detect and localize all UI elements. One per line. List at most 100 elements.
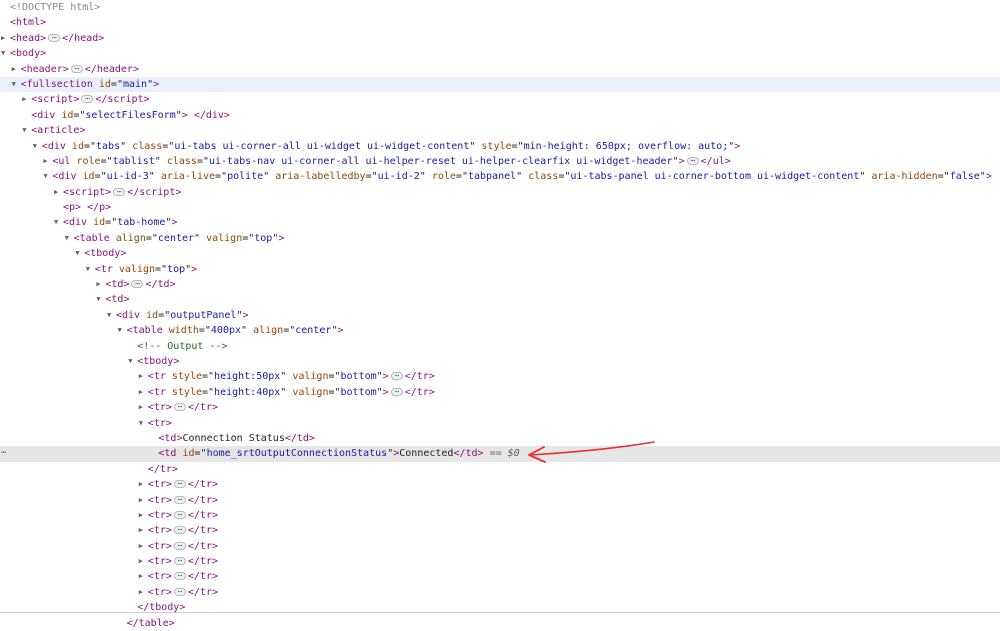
ellipsis-icon[interactable]: ⋯ bbox=[173, 541, 186, 550]
tag-name[interactable]: <div bbox=[63, 217, 87, 228]
tag-name[interactable]: <table bbox=[127, 325, 163, 336]
attr-value[interactable]: height:50px bbox=[214, 371, 280, 382]
tag-name[interactable]: <tr bbox=[148, 387, 166, 398]
dom-node-line[interactable]: ▶ <header> ⋯ </header> bbox=[0, 62, 1000, 77]
triangle-right-icon[interactable]: ▶ bbox=[1, 31, 10, 46]
attr-value[interactable]: ui-tabs-nav ui-corner-all ui-helper-rese… bbox=[209, 156, 673, 167]
attr-name[interactable]: valign bbox=[292, 387, 328, 398]
tag-name[interactable]: <tr bbox=[148, 541, 166, 552]
tag-name[interactable]: <td bbox=[105, 279, 123, 290]
attr-name[interactable]: id bbox=[72, 141, 84, 152]
tag-name[interactable]: <header bbox=[21, 64, 63, 75]
node-text-content[interactable]: Connected bbox=[399, 448, 453, 459]
triangle-right-icon[interactable]: ▶ bbox=[22, 92, 31, 107]
ellipsis-icon[interactable]: ⋯ bbox=[686, 156, 699, 165]
attr-value[interactable]: bottom bbox=[341, 371, 377, 382]
tag-name[interactable]: <div bbox=[116, 310, 140, 321]
tag-name[interactable]: <tr bbox=[148, 587, 166, 598]
dom-node-line[interactable]: ▶ <tr style="height:40px" valign="bottom"… bbox=[0, 385, 1000, 400]
dom-node-line[interactable]: </tr> bbox=[0, 462, 1000, 477]
triangle-down-icon[interactable]: ▼ bbox=[1, 46, 10, 61]
attr-value[interactable]: ui-id-2 bbox=[378, 171, 420, 182]
attr-value[interactable]: tab-home bbox=[117, 217, 165, 228]
dom-node-line[interactable]: <!DOCTYPE html> bbox=[0, 0, 1000, 15]
attr-value[interactable]: center bbox=[295, 325, 331, 336]
tag-name[interactable]: <div bbox=[42, 141, 66, 152]
tag-name[interactable]: <tr bbox=[148, 495, 166, 506]
dom-node-line[interactable]: <html> bbox=[0, 15, 1000, 30]
tag-name[interactable]: <tbody bbox=[137, 356, 173, 367]
attr-name[interactable]: style bbox=[172, 371, 202, 382]
ellipsis-icon[interactable]: ⋯ bbox=[173, 572, 186, 581]
triangle-down-icon[interactable]: ▼ bbox=[107, 308, 116, 323]
dom-node-line[interactable]: ▶ <tr> ⋯ </tr> bbox=[0, 477, 1000, 492]
triangle-down-icon[interactable]: ▼ bbox=[65, 231, 74, 246]
dom-node-line[interactable]: ▶ <tr> ⋯ </tr> bbox=[0, 508, 1000, 523]
attr-name[interactable]: aria-labelledby bbox=[275, 171, 365, 182]
dom-node-line[interactable]: ▶ <head> ⋯ </head> bbox=[0, 31, 1000, 46]
tag-name[interactable]: <tr bbox=[148, 371, 166, 382]
triangle-right-icon[interactable]: ▶ bbox=[139, 539, 148, 554]
attr-name[interactable]: id bbox=[146, 310, 158, 321]
attr-name[interactable]: align bbox=[116, 233, 146, 244]
attr-name[interactable]: id bbox=[182, 448, 194, 459]
dom-node-line[interactable]: </table> bbox=[0, 616, 1000, 631]
ellipsis-icon[interactable]: ⋯ bbox=[173, 510, 186, 519]
attr-name[interactable]: id bbox=[93, 217, 105, 228]
attr-name[interactable]: valign bbox=[292, 371, 328, 382]
tag-name[interactable]: <tr bbox=[148, 479, 166, 490]
tag-name[interactable]: <tr bbox=[148, 510, 166, 521]
dom-node-line[interactable]: ▶ <tr> ⋯ </tr> bbox=[0, 539, 1000, 554]
triangle-down-icon[interactable]: ▼ bbox=[54, 215, 63, 230]
attr-name[interactable]: role bbox=[76, 156, 100, 167]
dom-node-line[interactable]: ▶ <script> ⋯ </script> bbox=[0, 92, 1000, 107]
ellipsis-icon[interactable]: ⋯ bbox=[70, 64, 83, 73]
dom-node-line[interactable]: ▼ <div id="tabs" class="ui-tabs ui-corner… bbox=[0, 139, 1000, 154]
dom-node-line[interactable]: ▼ <div id="ui-id-3" aria-live="polite" ar… bbox=[0, 169, 1000, 184]
ellipsis-icon[interactable]: ⋯ bbox=[173, 526, 186, 535]
tag-name[interactable]: <script bbox=[63, 187, 105, 198]
attr-value[interactable]: outputPanel bbox=[170, 310, 236, 321]
triangle-right-icon[interactable]: ▶ bbox=[139, 585, 148, 600]
attr-name[interactable]: class bbox=[528, 171, 558, 182]
dom-node-line[interactable]: ▶ <tr> ⋯ </tr> bbox=[0, 400, 1000, 415]
ellipsis-icon[interactable]: ⋯ bbox=[390, 387, 403, 396]
attr-value[interactable]: polite bbox=[227, 171, 263, 182]
attr-value[interactable]: min-height: 650px; overflow: auto; bbox=[524, 141, 729, 152]
attr-name[interactable]: valign bbox=[206, 233, 242, 244]
attr-name[interactable]: style bbox=[481, 141, 511, 152]
tag-name[interactable]: <tr bbox=[95, 264, 113, 275]
ellipsis-icon[interactable]: ⋯ bbox=[173, 557, 186, 566]
dom-node-line[interactable]: </tbody> bbox=[0, 600, 1000, 615]
dom-node-line[interactable]: ▼ <div id="tab-home"> bbox=[0, 215, 1000, 230]
dom-node-line[interactable]: ▼ <article> bbox=[0, 123, 1000, 138]
dom-node-line[interactable]: ▼ <fullsection id="main"> bbox=[0, 76, 1000, 93]
tag-name[interactable]: <html bbox=[10, 17, 40, 28]
triangle-down-icon[interactable]: ▼ bbox=[139, 416, 148, 431]
tag-name[interactable]: <p bbox=[63, 202, 75, 213]
dom-node-line[interactable]: ▼ <tbody> bbox=[0, 354, 1000, 369]
dom-node-line[interactable]: ▶ <tr style="height:50px" valign="bottom"… bbox=[0, 369, 1000, 384]
node-text-content[interactable]: Connection Status bbox=[182, 433, 284, 444]
attr-name[interactable]: aria-live bbox=[161, 171, 215, 182]
tag-name[interactable]: <article bbox=[31, 125, 79, 136]
attr-value[interactable]: false bbox=[950, 171, 980, 182]
dom-node-line[interactable]: ▶ <tr> ⋯ </tr> bbox=[0, 569, 1000, 584]
dom-node-line[interactable]: ▶ <tr> ⋯ </tr> bbox=[0, 585, 1000, 600]
tag-name[interactable]: <tr bbox=[148, 418, 166, 429]
attr-value[interactable]: ui-id-3 bbox=[107, 171, 149, 182]
attr-name[interactable]: class bbox=[167, 156, 197, 167]
attr-value[interactable]: selectFilesForm bbox=[85, 110, 175, 121]
triangle-down-icon[interactable]: ▼ bbox=[86, 262, 95, 277]
triangle-right-icon[interactable]: ▶ bbox=[139, 523, 148, 538]
triangle-right-icon[interactable]: ▶ bbox=[12, 62, 21, 77]
attr-name[interactable]: valign bbox=[119, 264, 155, 275]
tag-name[interactable]: <fullsection bbox=[21, 79, 93, 90]
attr-name[interactable]: id bbox=[83, 171, 95, 182]
dom-node-line[interactable]: ▼ <td> bbox=[0, 292, 1000, 307]
dom-node-line[interactable]: ▼ <table width="400px" align="center"> bbox=[0, 323, 1000, 338]
attr-value[interactable]: main bbox=[123, 79, 147, 90]
triangle-right-icon[interactable]: ▶ bbox=[54, 185, 63, 200]
tag-name[interactable]: <div bbox=[52, 171, 76, 182]
tag-name[interactable]: <td bbox=[105, 294, 123, 305]
